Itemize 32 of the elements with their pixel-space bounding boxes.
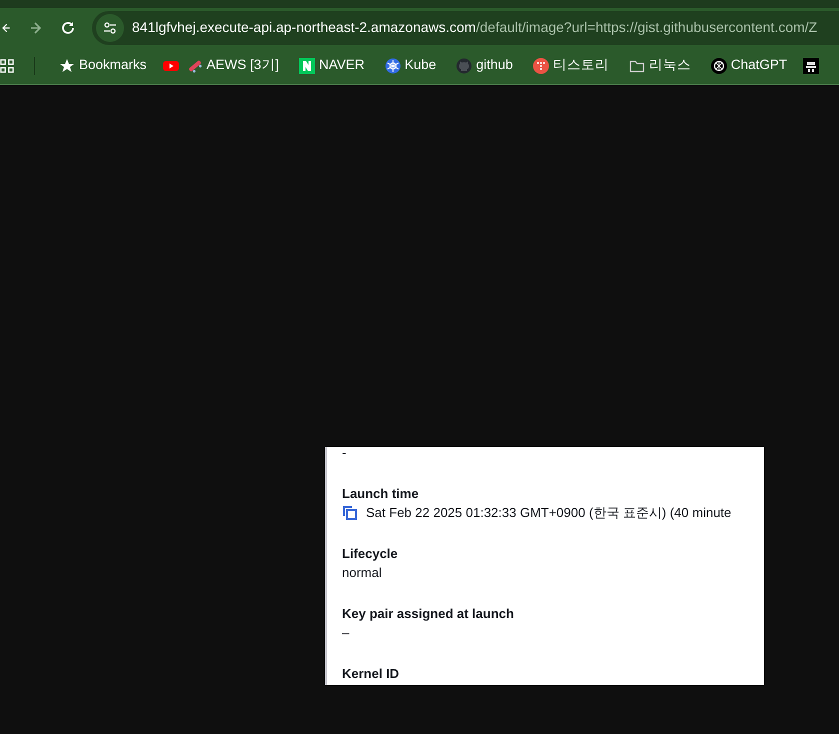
star-icon xyxy=(59,58,75,74)
bookmark-link[interactable]: NAVER xyxy=(295,53,369,78)
field-value: – xyxy=(342,624,350,642)
cat-logo-icon xyxy=(456,58,472,74)
n-logo-icon xyxy=(299,58,316,74)
apps-grid-icon[interactable] xyxy=(0,58,14,74)
sliders-icon xyxy=(102,20,118,36)
site-settings-button[interactable] xyxy=(96,14,124,42)
url-host-text: 841lgfvhej.execute-api.ap-northeast-2.amazonaws.com xyxy=(132,19,476,35)
field-value: - xyxy=(342,447,346,462)
bookmark-link[interactable]: 리눅스 xyxy=(624,53,695,78)
knot-logo-icon xyxy=(710,58,727,74)
url-path-text: /default/image?url=https://gist.githubusercontent.com/Z xyxy=(476,19,818,35)
t-logo-icon xyxy=(532,58,549,74)
reload-icon[interactable] xyxy=(60,20,76,36)
bookmark-link[interactable]: Bookmarks xyxy=(55,53,151,78)
field-value: Sat Feb 22 2025 01:32:33 GMT+0900 (한국 표준시) (40 minute xyxy=(366,504,732,522)
address-bar[interactable]: 841lgfvhej.execute-api.ap-northeast-2.amazonaws.com/default/image?url=https://gist.githubusercontent.com/Z xyxy=(92,10,839,44)
bookmark-link[interactable]: ChatGPT xyxy=(706,53,792,78)
bookmark-link[interactable]: Kube xyxy=(380,53,440,78)
field-value: normal xyxy=(342,564,382,582)
helm-wheel-icon xyxy=(384,58,401,74)
field-label: Lifecycle xyxy=(342,545,399,563)
field-label: Kernel ID xyxy=(342,665,400,683)
pixel-logo-icon[interactable] xyxy=(803,58,820,74)
bookmark-link[interactable]: AEWS [3기] xyxy=(182,53,284,78)
field-label: Key pair assigned at launch xyxy=(342,605,515,623)
bookmark-link[interactable]: 티스토리 xyxy=(528,53,613,78)
bookmark-link[interactable]: github xyxy=(452,53,517,78)
field-label: Launch time xyxy=(342,485,420,503)
forward-arrow-icon[interactable] xyxy=(28,20,44,36)
copy-icon[interactable] xyxy=(342,505,358,521)
